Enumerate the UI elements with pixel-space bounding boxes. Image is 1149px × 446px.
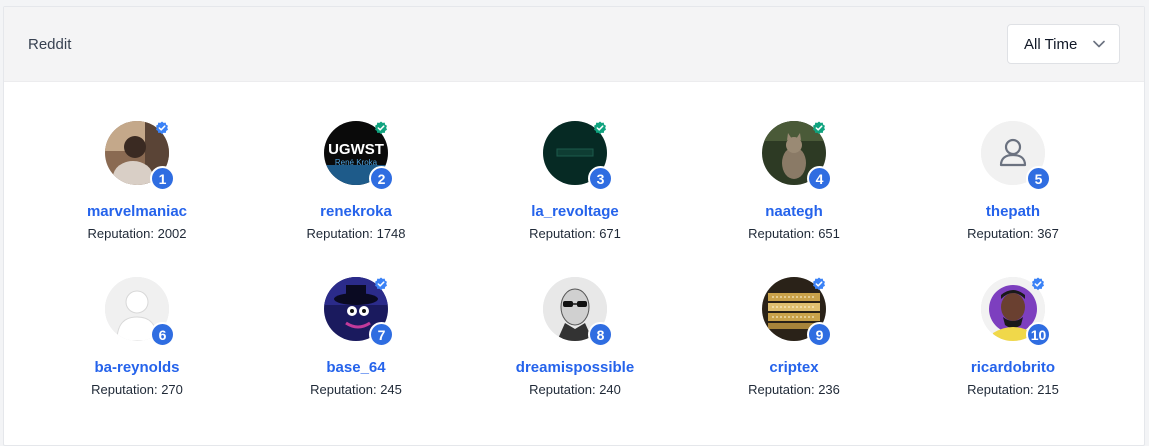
username-link[interactable]: thepath bbox=[986, 203, 1040, 220]
rank-badge: 3 bbox=[588, 166, 613, 191]
verified-badge-icon bbox=[813, 121, 825, 135]
rank-badge: 6 bbox=[150, 322, 175, 347]
reputation-text: Reputation: 240 bbox=[529, 382, 621, 397]
user-card: 7 base_64 Reputation: 245 bbox=[256, 277, 456, 397]
user-card: 9 criptex Reputation: 236 bbox=[694, 277, 894, 397]
reputation-text: Reputation: 1748 bbox=[306, 226, 406, 241]
username-link[interactable]: renekroka bbox=[320, 203, 392, 220]
username-link[interactable]: naategh bbox=[765, 203, 823, 220]
rank-badge: 5 bbox=[1026, 166, 1051, 191]
reputation-text: Reputation: 671 bbox=[529, 226, 621, 241]
period-select-value: All Time bbox=[1024, 35, 1078, 53]
reputation-text: Reputation: 236 bbox=[748, 382, 840, 397]
rank-badge: 2 bbox=[369, 166, 394, 191]
verified-badge-icon bbox=[375, 121, 387, 135]
reputation-text: Reputation: 270 bbox=[91, 382, 183, 397]
rank-badge: 9 bbox=[807, 322, 832, 347]
rank-badge: 1 bbox=[150, 166, 175, 191]
username-link[interactable]: criptex bbox=[769, 359, 818, 376]
avatar-logo-text: UGWST bbox=[328, 141, 384, 158]
user-card: 5 thepath Reputation: 367 bbox=[913, 121, 1113, 241]
leaderboard-card: Reddit All Time 1 marvelmaniac Reputatio… bbox=[3, 6, 1145, 446]
user-card: 1 marvelmaniac Reputation: 2002 bbox=[37, 121, 237, 241]
verified-badge-icon bbox=[375, 277, 387, 291]
reputation-text: Reputation: 215 bbox=[967, 382, 1059, 397]
avatar-logo-subtext: René Kroka bbox=[335, 158, 378, 167]
username-link[interactable]: base_64 bbox=[326, 359, 385, 376]
username-link[interactable]: marvelmaniac bbox=[87, 203, 187, 220]
verified-badge-icon bbox=[594, 121, 606, 135]
card-header: Reddit All Time bbox=[4, 7, 1144, 82]
username-link[interactable]: ricardobrito bbox=[971, 359, 1055, 376]
chevron-down-icon bbox=[1093, 38, 1105, 50]
username-link[interactable]: ba-reynolds bbox=[94, 359, 179, 376]
username-link[interactable]: dreamispossible bbox=[516, 359, 634, 376]
rank-badge: 8 bbox=[588, 322, 613, 347]
verified-badge-icon bbox=[1032, 277, 1044, 291]
reputation-text: Reputation: 245 bbox=[310, 382, 402, 397]
user-card: 6 ba-reynolds Reputation: 270 bbox=[37, 277, 237, 397]
user-card: 8 dreamispossible Reputation: 240 bbox=[475, 277, 675, 397]
user-card: 4 naategh Reputation: 651 bbox=[694, 121, 894, 241]
period-select[interactable]: All Time bbox=[1007, 24, 1120, 64]
user-card: 10 ricardobrito Reputation: 215 bbox=[913, 277, 1113, 397]
reputation-text: Reputation: 2002 bbox=[87, 226, 187, 241]
reputation-text: Reputation: 651 bbox=[748, 226, 840, 241]
rank-badge: 10 bbox=[1026, 322, 1051, 347]
user-card: 3 la_revoltage Reputation: 671 bbox=[475, 121, 675, 241]
verified-badge-icon bbox=[156, 121, 168, 135]
rank-badge: 7 bbox=[369, 322, 394, 347]
card-title: Reddit bbox=[28, 35, 72, 53]
user-card: UGWST René Kroka 2 renekroka Reputation:… bbox=[256, 121, 456, 241]
verified-badge-icon bbox=[813, 277, 825, 291]
rank-badge: 4 bbox=[807, 166, 832, 191]
username-link[interactable]: la_revoltage bbox=[531, 203, 619, 220]
reputation-text: Reputation: 367 bbox=[967, 226, 1059, 241]
